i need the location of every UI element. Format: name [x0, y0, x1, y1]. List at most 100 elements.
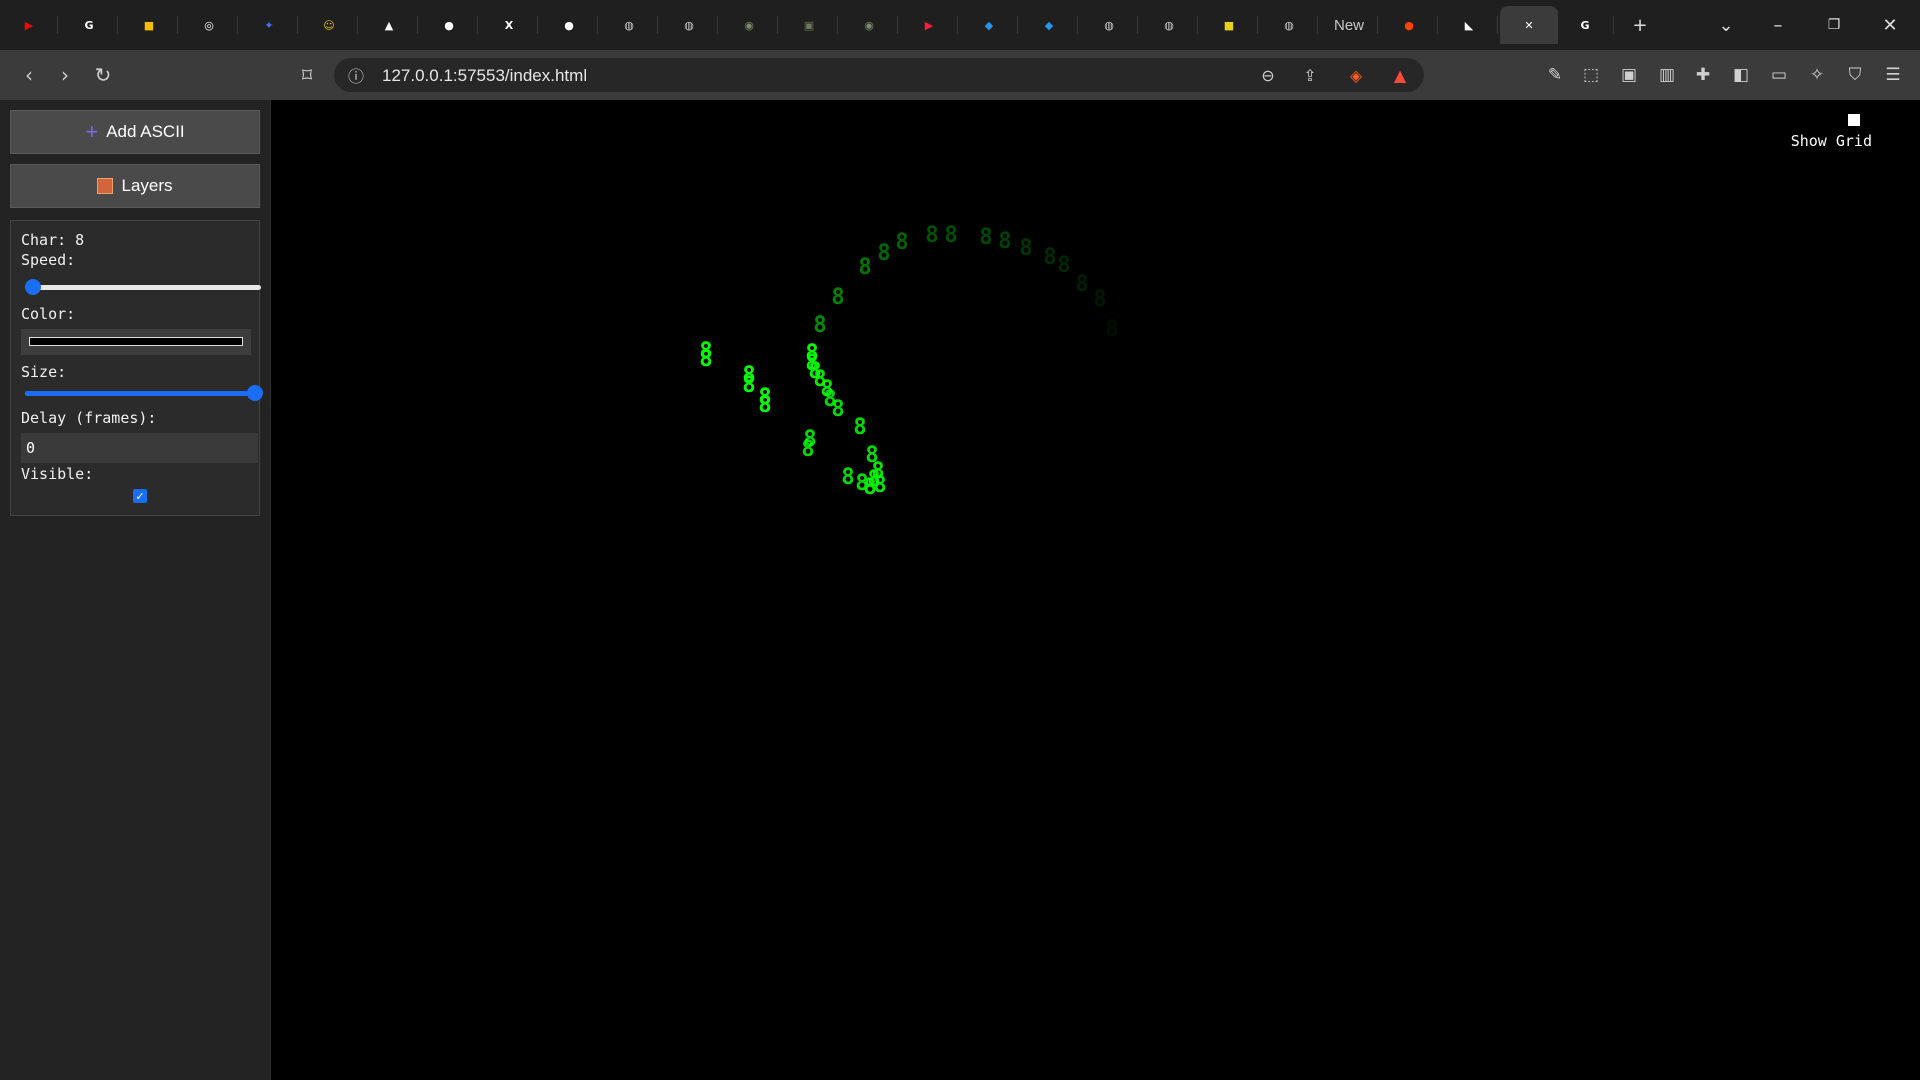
browser-tab[interactable]: ◎	[180, 6, 238, 44]
browser-tab[interactable]: ●	[420, 6, 478, 44]
url-text[interactable]: 127.0.0.1:57553/index.html	[382, 66, 587, 86]
extension-icon[interactable]: ▥	[1654, 62, 1680, 88]
sidebar-toggle-icon[interactable]: ◧	[1728, 62, 1754, 88]
tab-separator	[1377, 16, 1378, 34]
brave-rewards-icon[interactable]: ▲	[1388, 63, 1412, 87]
ascii-char: 8	[895, 230, 908, 255]
browser-tab[interactable]: G	[60, 6, 118, 44]
ascii-char: 8	[877, 241, 890, 266]
bookmark-icon[interactable]: ⌑	[292, 60, 322, 90]
docker-icon: ◆	[984, 18, 994, 32]
add-ascii-label: Add ASCII	[106, 122, 185, 141]
ascii-char: 8	[758, 393, 771, 418]
ascii-char: 8	[1043, 245, 1056, 270]
browser-tab[interactable]: ▣	[780, 6, 838, 44]
speed-slider[interactable]	[25, 279, 261, 295]
ascii-char: 8	[1105, 317, 1118, 342]
github-icon: ●	[564, 18, 574, 32]
tab-separator	[1317, 16, 1318, 34]
brave-shields-icon[interactable]: ◈	[1344, 63, 1368, 87]
back-button[interactable]: ‹	[14, 60, 44, 90]
add-ascii-button[interactable]: + Add ASCII	[10, 110, 260, 154]
minimize-button[interactable]: –	[1750, 0, 1806, 50]
browser-tab[interactable]: ▶	[0, 6, 58, 44]
ascii-scene: 8888 888888888888 88 888888888 8 8 8 8 8 8 8 8888	[699, 223, 1118, 500]
delay-input[interactable]: 0	[21, 433, 258, 463]
ascii-char: 8	[853, 415, 866, 440]
animation-canvas[interactable]: 88888888888888888888888888888888888888 S…	[272, 100, 1920, 1080]
address-bar[interactable]: ⓘ 127.0.0.1:57553/index.html ⊖ ⇪ ◈ ▲	[334, 58, 1424, 92]
ascii-char: 8	[925, 223, 938, 248]
browser-tab[interactable]: New	[1320, 6, 1378, 44]
browser-tab[interactable]: ✦	[240, 6, 298, 44]
tab-manager-icon[interactable]: ▣	[1616, 62, 1642, 88]
size-slider-fill	[25, 391, 261, 396]
speed-slider-handle[interactable]	[25, 279, 41, 295]
layers-button[interactable]: Layers	[10, 164, 260, 208]
browser-tab[interactable]: ■	[1200, 6, 1258, 44]
browser-tab[interactable]: ◆	[1020, 6, 1078, 44]
browser-tab[interactable]: ◍	[1140, 6, 1198, 44]
browser-tab[interactable]: ◉	[840, 6, 898, 44]
size-label: Size:	[21, 363, 67, 381]
menu-icon[interactable]: ☰	[1880, 62, 1906, 88]
show-grid-checkbox[interactable]	[1848, 114, 1860, 126]
browser-tab[interactable]: ◉	[720, 6, 778, 44]
tab-separator	[117, 16, 118, 34]
emoji-icon: ☺	[323, 18, 335, 32]
globe-icon: ◍	[1104, 18, 1114, 32]
reddit-icon: ●	[1404, 18, 1414, 32]
color-swatch[interactable]	[29, 337, 243, 346]
browser-tab[interactable]: ●	[1380, 6, 1438, 44]
tab-separator	[237, 16, 238, 34]
close-window-button[interactable]: ✕	[1862, 0, 1918, 50]
close-icon[interactable]: ✕	[1519, 15, 1539, 35]
ascii-char: 8	[863, 475, 876, 500]
browser-tab[interactable]: ◍	[1260, 6, 1318, 44]
visible-checkbox[interactable]: ✓	[133, 489, 147, 503]
layer-properties-panel: Char: 8 Speed: Color: Size: Delay (frame…	[10, 220, 263, 516]
browser-tab[interactable]: X	[480, 6, 538, 44]
tab-separator	[1017, 16, 1018, 34]
browser-tab[interactable]: G	[1556, 6, 1614, 44]
share-icon[interactable]: ⇪	[1298, 63, 1322, 87]
restore-button[interactable]: ❐	[1806, 0, 1862, 50]
site-info-icon[interactable]: ⓘ	[344, 63, 368, 87]
size-slider[interactable]	[25, 385, 263, 401]
tab-separator	[177, 16, 178, 34]
screenshot-icon[interactable]: ⬚	[1578, 62, 1604, 88]
browser-tab[interactable]: ◍	[600, 6, 658, 44]
browser-tab[interactable]: ◣	[1440, 6, 1498, 44]
browser-tab[interactable]: ☺	[300, 6, 358, 44]
tab-separator	[537, 16, 538, 34]
triangle-icon: ▲	[384, 18, 394, 32]
browser-tab[interactable]: ✕	[1500, 6, 1558, 44]
color-picker[interactable]	[21, 329, 251, 355]
ascii-char: 8	[944, 223, 957, 248]
ascii-char: 8	[841, 465, 854, 490]
google-icon: G	[1580, 18, 1590, 32]
new-tab-button[interactable]: +	[1612, 0, 1668, 50]
ascii-char: 8	[1075, 272, 1088, 297]
browser-tab[interactable]: ◍	[1080, 6, 1138, 44]
forward-button[interactable]: ›	[50, 60, 80, 90]
browser-tab[interactable]: ▶	[900, 6, 958, 44]
wallet-icon[interactable]: ▭	[1766, 62, 1792, 88]
browser-tab[interactable]: ◆	[960, 6, 1018, 44]
eyedropper-icon[interactable]: ✎	[1542, 62, 1568, 88]
size-slider-handle[interactable]	[247, 385, 263, 401]
browser-tab[interactable]: ■	[120, 6, 178, 44]
new-tab-text: New	[1333, 16, 1364, 34]
leo-ai-icon[interactable]: ✧	[1804, 62, 1830, 88]
tab-search-chevron-icon[interactable]: ⌄	[1698, 0, 1754, 50]
browser-tab[interactable]: ●	[540, 6, 598, 44]
ascii-char: 8	[742, 373, 755, 398]
vpn-icon[interactable]: ⛉	[1842, 62, 1868, 88]
extensions-puzzle-icon[interactable]: ✚	[1690, 62, 1716, 88]
reload-button[interactable]: ↻	[88, 60, 118, 90]
browser-tab[interactable]: ◍	[660, 6, 718, 44]
zoom-icon[interactable]: ⊖	[1256, 63, 1280, 87]
browser-tab[interactable]: ▲	[360, 6, 418, 44]
thumbnail-icon: ◉	[744, 18, 754, 32]
tab-separator	[597, 16, 598, 34]
